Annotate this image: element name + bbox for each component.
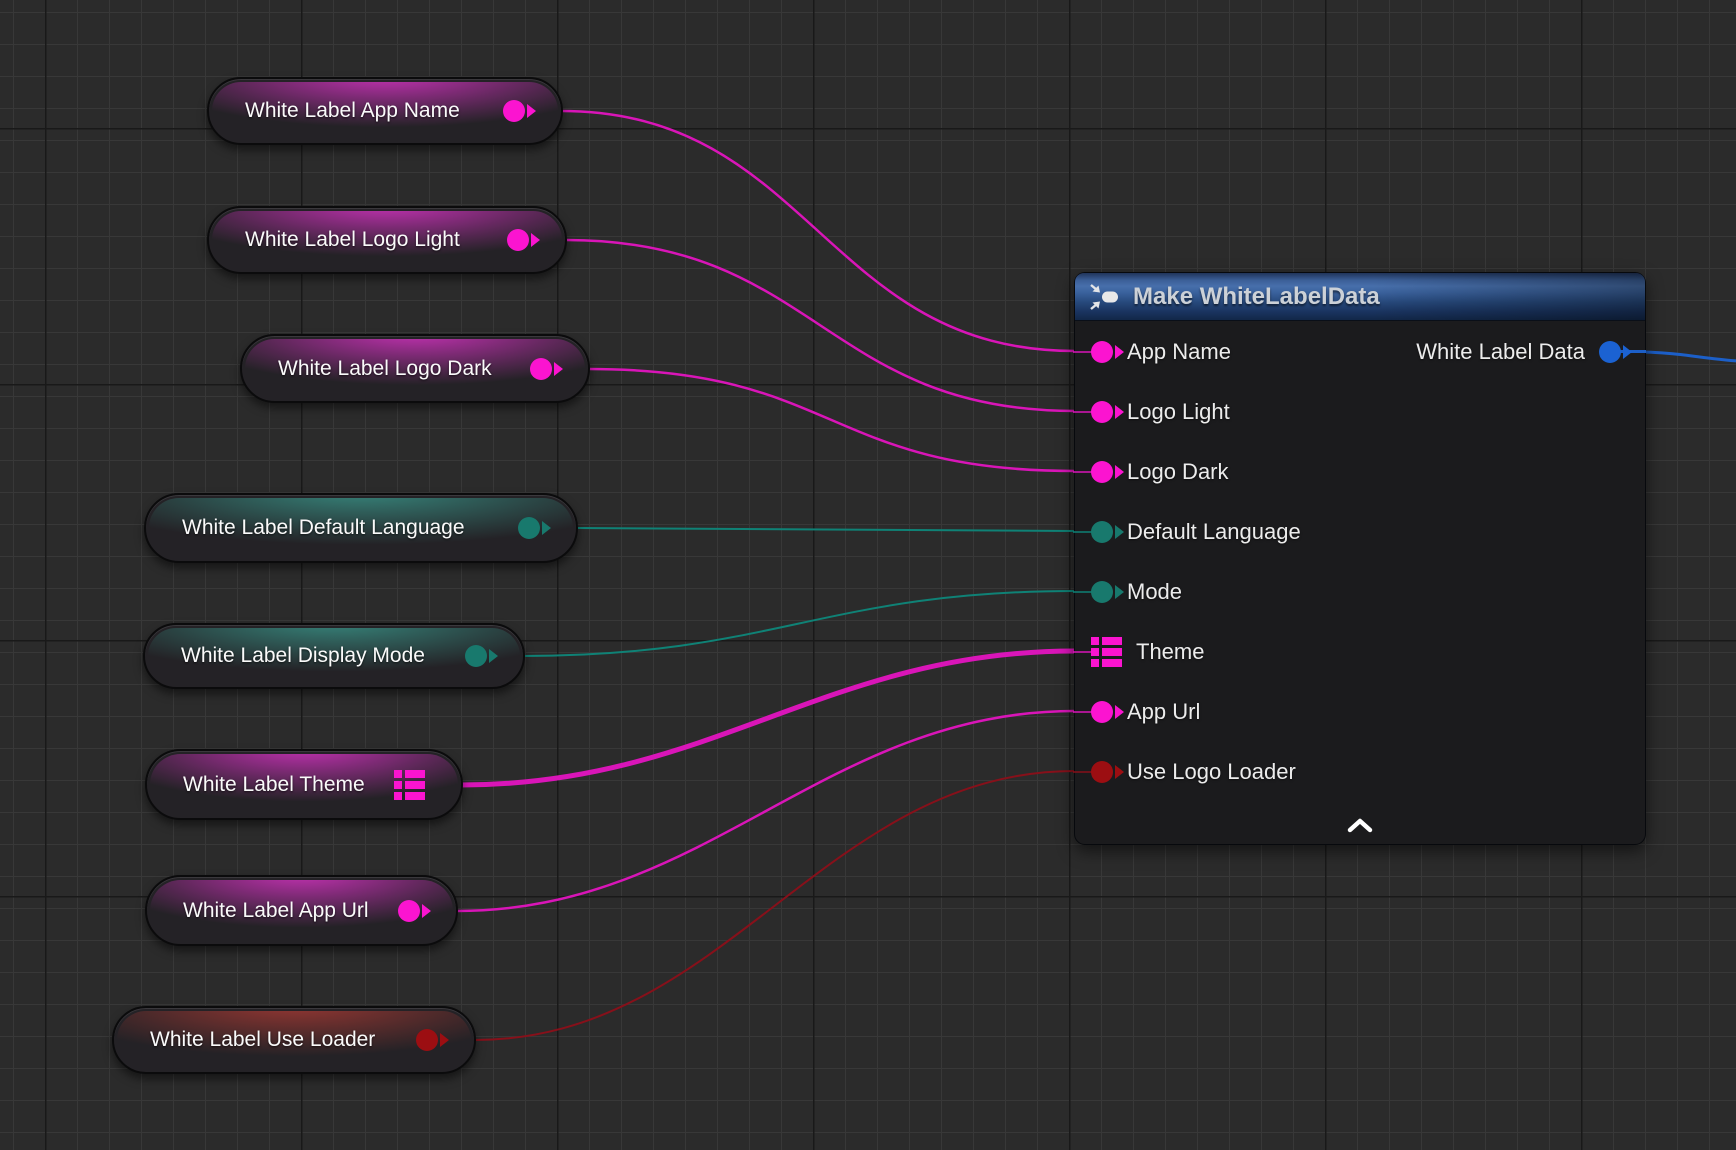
wire-app-url[interactable] (457, 711, 1075, 911)
wire-stub (1073, 651, 1091, 653)
wire-app-name[interactable] (561, 111, 1075, 351)
enum-input-pin[interactable] (1091, 581, 1113, 603)
string-input-pin[interactable] (1091, 341, 1113, 363)
variable-node-white-label-logo-dark[interactable]: White Label Logo Dark (240, 334, 590, 403)
pin-row-use-logo-loader: Use Logo Loader (1091, 757, 1296, 787)
struct-output-pin[interactable] (1599, 341, 1621, 363)
variable-node-white-label-logo-light[interactable]: White Label Logo Light (207, 206, 567, 274)
variable-node-white-label-theme[interactable]: White Label Theme (145, 749, 463, 820)
node-title: Make WhiteLabelData (1133, 283, 1380, 311)
pin-label: Logo Dark (1127, 459, 1229, 485)
node-header[interactable]: Make WhiteLabelData (1075, 273, 1645, 321)
variable-node-white-label-display-mode[interactable]: White Label Display Mode (143, 623, 525, 689)
variable-label: White Label Use Loader (150, 1028, 375, 1052)
wire-logo-dark[interactable] (588, 369, 1075, 471)
string-input-pin[interactable] (1091, 461, 1113, 483)
pin-label: Default Language (1127, 519, 1301, 545)
pin-label: App Name (1127, 339, 1231, 365)
make-whitelabeldata-node[interactable]: Make WhiteLabelData App Name Logo Light … (1074, 272, 1646, 845)
string-output-pin[interactable] (398, 900, 420, 922)
enum-output-pin[interactable] (518, 517, 540, 539)
wire-logo-light[interactable] (566, 240, 1075, 411)
variable-label: White Label App Name (245, 99, 460, 123)
string-output-pin[interactable] (507, 229, 529, 251)
wire-theme[interactable] (461, 651, 1075, 785)
enum-input-pin[interactable] (1091, 521, 1113, 543)
wire-display-mode[interactable] (523, 591, 1075, 656)
collapse-button[interactable] (1343, 815, 1377, 835)
variable-label: White Label Default Language (182, 516, 465, 540)
pin-row-theme: Theme (1091, 637, 1204, 667)
variable-node-white-label-default-language[interactable]: White Label Default Language (144, 493, 578, 563)
pin-row-app-url: App Url (1091, 697, 1200, 727)
wire-white-label-data[interactable] (1644, 352, 1736, 361)
wire-default-language[interactable] (576, 528, 1075, 531)
variable-node-white-label-app-name[interactable]: White Label App Name (207, 77, 563, 145)
pin-label: App Url (1127, 699, 1200, 725)
pin-row-logo-light: Logo Light (1091, 397, 1230, 427)
make-struct-icon (1089, 282, 1121, 312)
variable-label: White Label Display Mode (181, 644, 425, 668)
bool-output-pin[interactable] (416, 1029, 438, 1051)
pin-label: Use Logo Loader (1127, 759, 1296, 785)
struct-input-pin[interactable] (1091, 637, 1122, 667)
struct-output-pin[interactable] (394, 770, 425, 800)
pin-label: Mode (1127, 579, 1182, 605)
pin-row-white-label-data: White Label Data (1416, 337, 1621, 367)
chevron-up-icon (1346, 818, 1374, 833)
variable-label: White Label Logo Light (245, 228, 460, 252)
bool-input-pin[interactable] (1091, 761, 1113, 783)
wire-use-loader[interactable] (475, 771, 1075, 1040)
variable-label: White Label Logo Dark (278, 357, 492, 381)
variable-label: White Label Theme (183, 773, 365, 797)
blueprint-graph-canvas[interactable]: White Label App Name White Label Logo Li… (0, 0, 1736, 1150)
variable-node-white-label-app-url[interactable]: White Label App Url (145, 875, 458, 946)
string-input-pin[interactable] (1091, 401, 1113, 423)
variable-label: White Label App Url (183, 899, 369, 923)
pin-row-default-language: Default Language (1091, 517, 1301, 547)
pin-label: Logo Light (1127, 399, 1230, 425)
pin-row-mode: Mode (1091, 577, 1182, 607)
pin-label: White Label Data (1416, 339, 1585, 365)
enum-output-pin[interactable] (465, 645, 487, 667)
string-output-pin[interactable] (530, 358, 552, 380)
pin-row-logo-dark: Logo Dark (1091, 457, 1229, 487)
pin-label: Theme (1136, 639, 1204, 665)
variable-node-white-label-use-loader[interactable]: White Label Use Loader (112, 1006, 476, 1074)
pin-row-app-name: App Name (1091, 337, 1231, 367)
string-output-pin[interactable] (503, 100, 525, 122)
string-input-pin[interactable] (1091, 701, 1113, 723)
